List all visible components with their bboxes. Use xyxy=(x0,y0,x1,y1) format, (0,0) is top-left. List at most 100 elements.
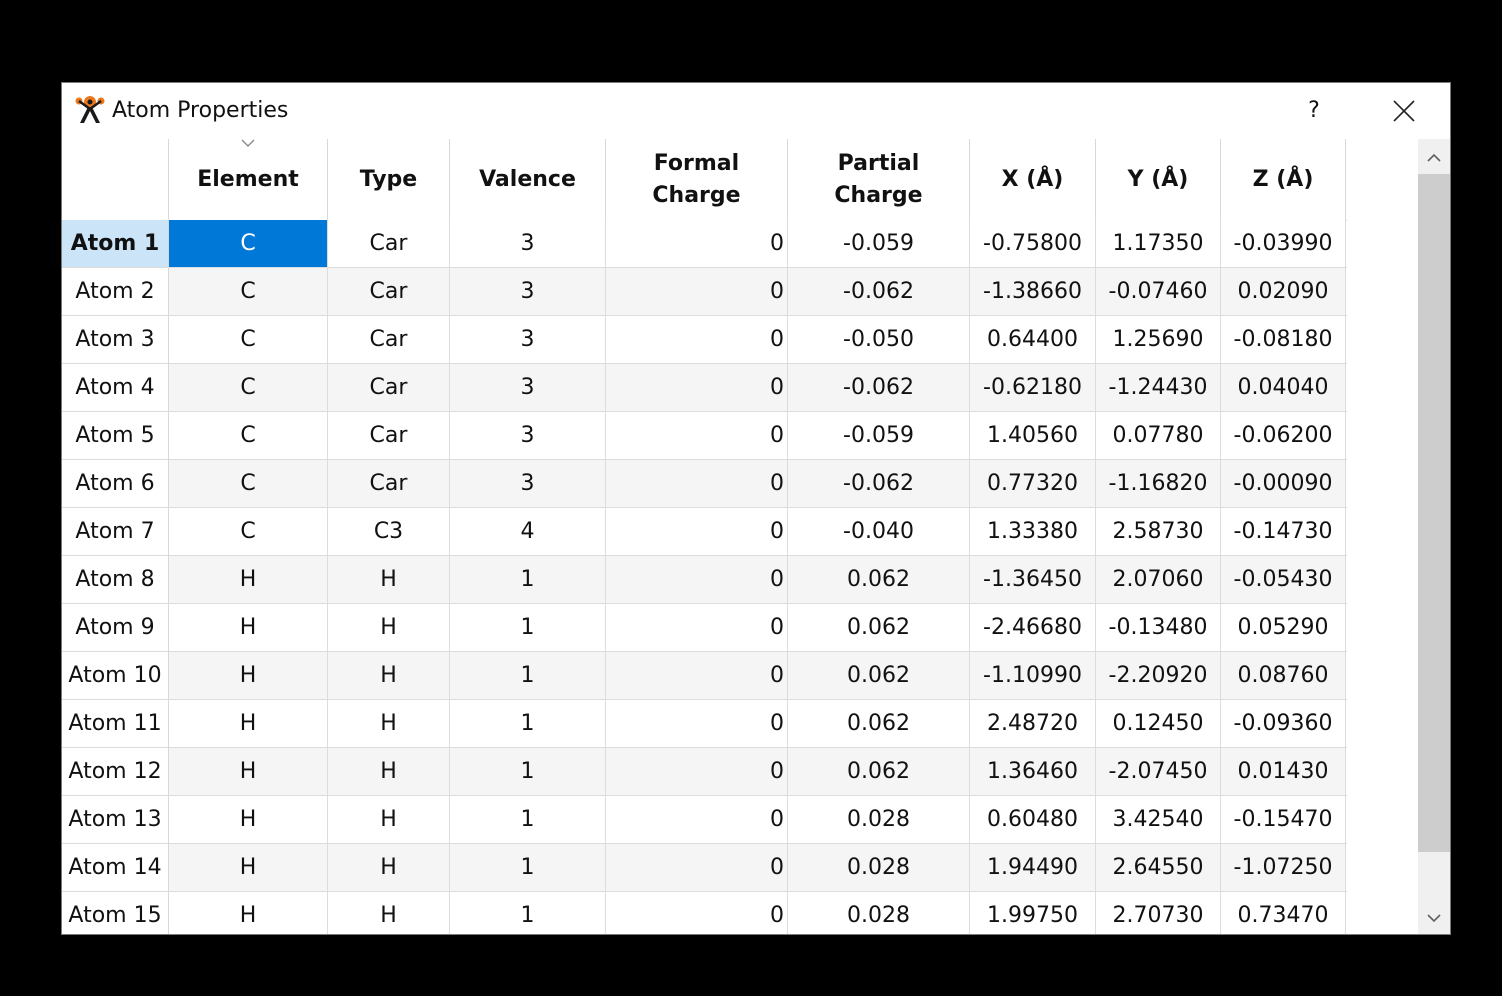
cell-valence[interactable]: 3 xyxy=(450,412,606,459)
cell-element[interactable]: H xyxy=(169,844,328,891)
row-header[interactable]: Atom 13 xyxy=(62,796,169,843)
table-row[interactable]: Atom 14 H H 1 0 0.028 1.94490 2.64550 -1.07250 xyxy=(62,844,1347,892)
table-row[interactable]: Atom 1 C Car 3 0 -0.059 -0.75800 1.17350 -0.0399… xyxy=(62,220,1347,268)
cell-y[interactable]: -2.07450 xyxy=(1096,748,1221,795)
cell-y[interactable]: 1.17350 xyxy=(1096,220,1221,267)
column-header-valence[interactable]: Valence xyxy=(450,139,606,220)
table-row[interactable]: Atom 3 C Car 3 0 -0.050 0.64400 1.25690 -0.08180 xyxy=(62,316,1347,364)
row-header[interactable]: Atom 1 xyxy=(62,220,169,267)
cell-element[interactable]: H xyxy=(169,556,328,603)
cell-z[interactable]: 0.01430 xyxy=(1221,748,1346,795)
row-header[interactable]: Atom 10 xyxy=(62,652,169,699)
cell-partial-charge[interactable]: 0.062 xyxy=(788,556,970,603)
cell-element[interactable]: C xyxy=(169,268,328,315)
cell-element[interactable]: H xyxy=(169,796,328,843)
cell-y[interactable]: 0.07780 xyxy=(1096,412,1221,459)
table-row[interactable]: Atom 11 H H 1 0 0.062 2.48720 0.12450 -0.09360 xyxy=(62,700,1347,748)
row-header[interactable]: Atom 11 xyxy=(62,700,169,747)
cell-element[interactable]: C xyxy=(169,460,328,507)
cell-y[interactable]: -0.13480 xyxy=(1096,604,1221,651)
cell-partial-charge[interactable]: 0.062 xyxy=(788,748,970,795)
cell-z[interactable]: -0.09360 xyxy=(1221,700,1346,747)
row-header[interactable]: Atom 2 xyxy=(62,268,169,315)
cell-z[interactable]: -1.07250 xyxy=(1221,844,1346,891)
cell-type[interactable]: H xyxy=(328,652,450,699)
cell-y[interactable]: 2.70730 xyxy=(1096,892,1221,934)
cell-type[interactable]: Car xyxy=(328,364,450,411)
row-header[interactable]: Atom 7 xyxy=(62,508,169,555)
header-corner[interactable] xyxy=(62,139,169,220)
cell-partial-charge[interactable]: -0.059 xyxy=(788,412,970,459)
cell-valence[interactable]: 3 xyxy=(450,460,606,507)
cell-element[interactable]: C xyxy=(169,220,328,267)
cell-partial-charge[interactable]: 0.062 xyxy=(788,652,970,699)
vertical-scrollbar[interactable] xyxy=(1418,139,1450,934)
cell-x[interactable]: 1.94490 xyxy=(970,844,1096,891)
cell-z[interactable]: -0.06200 xyxy=(1221,412,1346,459)
cell-z[interactable]: 0.05290 xyxy=(1221,604,1346,651)
cell-x[interactable]: 0.64400 xyxy=(970,316,1096,363)
cell-valence[interactable]: 1 xyxy=(450,556,606,603)
cell-type[interactable]: H xyxy=(328,844,450,891)
cell-valence[interactable]: 3 xyxy=(450,268,606,315)
cell-partial-charge[interactable]: -0.062 xyxy=(788,460,970,507)
cell-y[interactable]: 2.64550 xyxy=(1096,844,1221,891)
cell-z[interactable]: 0.04040 xyxy=(1221,364,1346,411)
cell-x[interactable]: -1.36450 xyxy=(970,556,1096,603)
cell-element[interactable]: C xyxy=(169,508,328,555)
row-header[interactable]: Atom 5 xyxy=(62,412,169,459)
cell-formal-charge[interactable]: 0 xyxy=(606,268,788,315)
cell-z[interactable]: -0.03990 xyxy=(1221,220,1346,267)
table-row[interactable]: Atom 10 H H 1 0 0.062 -1.10990 -2.20920 0.08760 xyxy=(62,652,1347,700)
table-row[interactable]: Atom 5 C Car 3 0 -0.059 1.40560 0.07780 -0.06200 xyxy=(62,412,1347,460)
cell-z[interactable]: -0.00090 xyxy=(1221,460,1346,507)
column-header-y[interactable]: Y (Å) xyxy=(1096,139,1221,220)
cell-z[interactable]: 0.73470 xyxy=(1221,892,1346,934)
column-header-type[interactable]: Type xyxy=(328,139,450,220)
cell-formal-charge[interactable]: 0 xyxy=(606,844,788,891)
cell-formal-charge[interactable]: 0 xyxy=(606,508,788,555)
cell-valence[interactable]: 3 xyxy=(450,364,606,411)
cell-x[interactable]: 1.40560 xyxy=(970,412,1096,459)
cell-formal-charge[interactable]: 0 xyxy=(606,220,788,267)
cell-x[interactable]: 1.33380 xyxy=(970,508,1096,555)
cell-z[interactable]: 0.02090 xyxy=(1221,268,1346,315)
cell-x[interactable]: -1.38660 xyxy=(970,268,1096,315)
cell-element[interactable]: H xyxy=(169,700,328,747)
cell-z[interactable]: -0.05430 xyxy=(1221,556,1346,603)
column-header-x[interactable]: X (Å) xyxy=(970,139,1096,220)
cell-x[interactable]: 0.60480 xyxy=(970,796,1096,843)
cell-element[interactable]: C xyxy=(169,316,328,363)
cell-formal-charge[interactable]: 0 xyxy=(606,412,788,459)
cell-element[interactable]: C xyxy=(169,364,328,411)
column-header-element[interactable]: Element xyxy=(169,139,328,220)
column-header-z[interactable]: Z (Å) xyxy=(1221,139,1346,220)
table-row[interactable]: Atom 9 H H 1 0 0.062 -2.46680 -0.13480 0.05290 xyxy=(62,604,1347,652)
cell-type[interactable]: C3 xyxy=(328,508,450,555)
table-row[interactable]: Atom 4 C Car 3 0 -0.062 -0.62180 -1.24430 0.0404… xyxy=(62,364,1347,412)
row-header[interactable]: Atom 3 xyxy=(62,316,169,363)
cell-partial-charge[interactable]: -0.040 xyxy=(788,508,970,555)
cell-y[interactable]: -2.20920 xyxy=(1096,652,1221,699)
cell-x[interactable]: 0.77320 xyxy=(970,460,1096,507)
row-header[interactable]: Atom 12 xyxy=(62,748,169,795)
cell-formal-charge[interactable]: 0 xyxy=(606,316,788,363)
cell-partial-charge[interactable]: 0.028 xyxy=(788,844,970,891)
cell-valence[interactable]: 1 xyxy=(450,700,606,747)
cell-y[interactable]: -1.16820 xyxy=(1096,460,1221,507)
scroll-thumb[interactable] xyxy=(1418,174,1450,852)
row-header[interactable]: Atom 15 xyxy=(62,892,169,934)
cell-partial-charge[interactable]: -0.062 xyxy=(788,364,970,411)
close-button[interactable] xyxy=(1382,93,1426,129)
cell-x[interactable]: 2.48720 xyxy=(970,700,1096,747)
cell-partial-charge[interactable]: 0.028 xyxy=(788,796,970,843)
row-header[interactable]: Atom 6 xyxy=(62,460,169,507)
cell-formal-charge[interactable]: 0 xyxy=(606,556,788,603)
cell-partial-charge[interactable]: -0.062 xyxy=(788,268,970,315)
cell-y[interactable]: 3.42540 xyxy=(1096,796,1221,843)
cell-y[interactable]: 2.58730 xyxy=(1096,508,1221,555)
scroll-down-button[interactable] xyxy=(1418,902,1450,934)
cell-type[interactable]: Car xyxy=(328,460,450,507)
cell-element[interactable]: H xyxy=(169,604,328,651)
cell-partial-charge[interactable]: -0.050 xyxy=(788,316,970,363)
